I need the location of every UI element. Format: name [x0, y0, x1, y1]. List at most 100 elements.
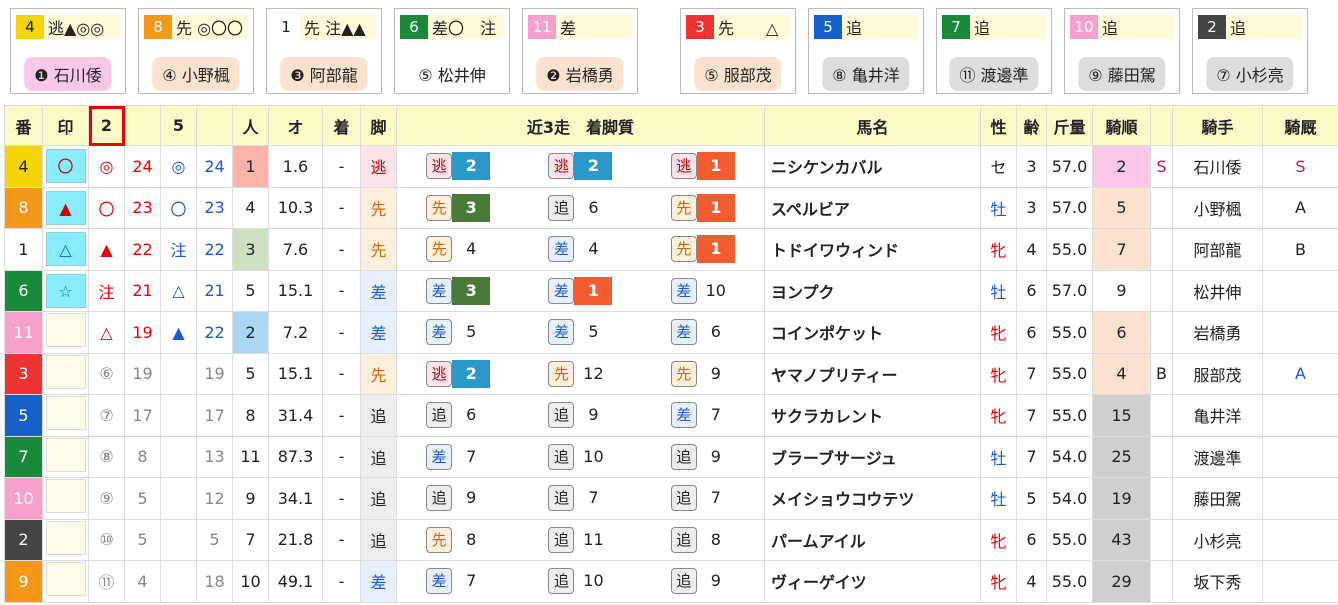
header-ban[interactable]: 番 — [4, 105, 43, 146]
mark-2: ⑨ — [88, 477, 125, 520]
horse-name[interactable]: ヴィーゲイツ — [764, 560, 981, 603]
jockey[interactable]: 小野楓 — [1172, 186, 1263, 229]
jockey[interactable]: 藤田駕 — [1172, 477, 1263, 520]
jockey-rank: 2 — [1092, 145, 1151, 188]
header-2-selected[interactable]: 2 — [88, 105, 125, 146]
horse-name[interactable]: メイショウコウテツ — [764, 477, 981, 520]
table-row[interactable]: 6 ☆ 注 21 △ 21 5 15.1 - 差 差 3 差 1 差 10 ヨンプク 牡 … — [4, 269, 1338, 312]
prediction-card[interactable]: 6 差〇 注 ⑤ 松井伸 — [394, 8, 510, 94]
recent-finish: 2 — [452, 359, 491, 388]
jockey-stable — [1262, 477, 1338, 520]
mark-cell[interactable] — [42, 311, 89, 354]
header-kishu[interactable]: 騎手 — [1172, 105, 1263, 146]
recent-race: 先4 — [398, 235, 520, 263]
prediction-card[interactable]: 4 逃▲◎◎ ❶ 石川倭 — [10, 8, 126, 94]
recent-race: 差4 — [519, 235, 641, 263]
table-row[interactable]: 3 ⑥ 19 19 5 15.1 - 先 逃 2 先 12 先 9 ヤマノプリティー 牝 … — [4, 352, 1338, 395]
recent-race: 追 11 — [519, 526, 641, 554]
prediction-card[interactable]: 8先 ◎〇〇 ④ 小野楓 — [138, 8, 254, 94]
mark-cell[interactable] — [42, 477, 89, 520]
horse-name[interactable]: トドイワウィンド — [764, 228, 981, 271]
value-5: 17 — [196, 394, 233, 437]
jockey[interactable]: 阿部龍 — [1172, 228, 1263, 271]
mark-cell[interactable] — [42, 518, 89, 561]
jockey[interactable]: 渡邊準 — [1172, 435, 1263, 478]
mark-cell[interactable]: ▲ — [42, 186, 89, 229]
horse-name[interactable]: コインポケット — [764, 311, 981, 354]
recent-style-badge: 逃 — [670, 153, 697, 180]
prediction-card[interactable]: 5追 ⑧ 亀井洋 — [808, 8, 924, 94]
table-row[interactable]: 11 △ 19 ▲ 22 2 7.2 - 差 差5差5差6 コインポケット 牝 … — [4, 311, 1338, 354]
jockey-mark — [1150, 560, 1173, 603]
prediction-cards: 4 逃▲◎◎ ❶ 石川倭 8 先 ◎〇〇 ④ 小野楓 1 先 注▲▲ ❸ 阿部龍 6 差〇 注 ⑤ 松… — [0, 0, 1338, 96]
mark-cell[interactable]: 〇 — [42, 145, 89, 188]
recent-finish: 9 — [710, 446, 721, 466]
header-5[interactable]: 5 — [160, 105, 197, 146]
mark-2: ⑧ — [88, 435, 125, 478]
header-odds[interactable]: オ — [268, 105, 323, 146]
table-row[interactable]: 2 ⑩ 5 5 7 21.8 - 追 先 8 追 11 追 8 パームアイル 牝 6 55… — [4, 518, 1338, 561]
horse-number: 9 — [4, 560, 43, 603]
jockey[interactable]: 岩橋勇 — [1172, 311, 1263, 354]
table-row[interactable]: 9 ⑪ 4 18 10 49.1 - 差 差 7 追 10 追 9 ヴィーゲイツ 牝 4 … — [4, 560, 1338, 603]
mark-cell[interactable]: ☆ — [42, 269, 89, 312]
horse-name[interactable]: ブラーブサージュ — [764, 435, 981, 478]
table-row[interactable]: 10 ⑨ 5 12 9 34.1 - 追 追9追7追7 メイショウコウテツ 牡 … — [4, 477, 1338, 520]
jockey[interactable]: 小杉亮 — [1172, 518, 1263, 561]
header-kinkyo[interactable]: 近3走 着脚質 — [396, 105, 765, 146]
header-kikyu[interactable]: 騎厩 — [1262, 105, 1338, 146]
table-row[interactable]: 8 ▲ 〇 23 〇 23 4 10.3 - 先 先3追6先1 スペルビア 牡 … — [4, 186, 1338, 229]
jockey[interactable]: 坂下秀 — [1172, 560, 1263, 603]
jockey[interactable]: 松井伸 — [1172, 269, 1263, 312]
jockey-rank: 6 — [1092, 311, 1151, 354]
finish: - — [322, 518, 361, 561]
prediction-card[interactable]: 1先 注▲▲ ❸ 阿部龍 — [266, 8, 382, 94]
prediction-card[interactable]: 3先 △ ⑤ 服部茂 — [680, 8, 796, 94]
recent-race: 追 10 — [519, 443, 641, 471]
mark-cell[interactable] — [42, 352, 89, 395]
prediction-card[interactable]: 7追 ⑪ 渡邊準 — [936, 8, 1052, 94]
prediction-card[interactable]: 11 差 ❷ 岩橋勇 — [522, 8, 638, 94]
jockey-mark: B — [1150, 352, 1173, 395]
value-5: 22 — [196, 311, 233, 354]
horse-name[interactable]: ヤマノプリティー — [764, 352, 981, 395]
recent-finish: 12 — [583, 363, 604, 383]
jockey-mark: S — [1150, 145, 1173, 188]
header-chaku[interactable]: 着 — [322, 105, 361, 146]
mark-2: 注 — [88, 269, 125, 312]
mark-cell[interactable] — [42, 435, 89, 478]
horse-name[interactable]: サクラカレント — [764, 394, 981, 437]
jockey[interactable]: 亀井洋 — [1172, 394, 1263, 437]
horse-name[interactable]: ニシケンカバル — [764, 145, 981, 188]
jockey-rank: 4 — [1092, 352, 1151, 395]
header-shirushi[interactable]: 印 — [42, 105, 89, 146]
card-horse-number: 11 — [528, 15, 556, 39]
horse-name[interactable]: パームアイル — [764, 518, 981, 561]
table-row[interactable]: 7 ⑧ 8 13 11 87.3 - 追 差 7 追 10 追 9 ブラーブサージュ 牡 … — [4, 435, 1338, 478]
horse-name[interactable]: スペルビア — [764, 186, 981, 229]
header-ninki[interactable]: 人 — [232, 105, 269, 146]
recent-race: 追9 — [398, 484, 520, 512]
header-age[interactable]: 齢 — [1016, 105, 1047, 146]
jockey[interactable]: 服部茂 — [1172, 352, 1263, 395]
table-row[interactable]: 4 〇 ◎ 24 ◎ 24 1 1.6 - 逃 逃2逃2逃1 ニシケンカバル セ… — [4, 145, 1338, 188]
table-row[interactable]: 5 ⑦ 17 17 8 31.4 - 追 追6追9差7 サクラカレント 牝 7 … — [4, 394, 1338, 437]
table-row[interactable]: 1 △ ▲ 22 注 22 3 7.6 - 先 先4差4先1 トドイワウィンド … — [4, 228, 1338, 271]
jockey[interactable]: 石川倭 — [1172, 145, 1263, 188]
horse-name[interactable]: ヨンプク — [764, 269, 981, 312]
mark-cell[interactable]: △ — [42, 228, 89, 271]
mark-cell[interactable] — [42, 560, 89, 603]
header-name[interactable]: 馬名 — [764, 105, 981, 146]
mark-2: ◎ — [88, 145, 125, 188]
prediction-card[interactable]: 2追 ⑦ 小杉亮 — [1192, 8, 1308, 94]
header-ashi[interactable]: 脚 — [360, 105, 397, 146]
card-jockey: ⑨ 藤田駕 — [1078, 57, 1166, 91]
mark-cell[interactable] — [42, 394, 89, 437]
recent-style-badge: 先 — [548, 360, 575, 387]
jockey-mark — [1150, 435, 1173, 478]
header-kijun[interactable]: 騎順 — [1092, 105, 1151, 146]
header-sex[interactable]: 性 — [980, 105, 1017, 146]
recent-style-badge: 追 — [548, 402, 575, 429]
header-kinryo[interactable]: 斤量 — [1046, 105, 1093, 146]
prediction-card[interactable]: 10 追 ⑨ 藤田駕 — [1064, 8, 1180, 94]
